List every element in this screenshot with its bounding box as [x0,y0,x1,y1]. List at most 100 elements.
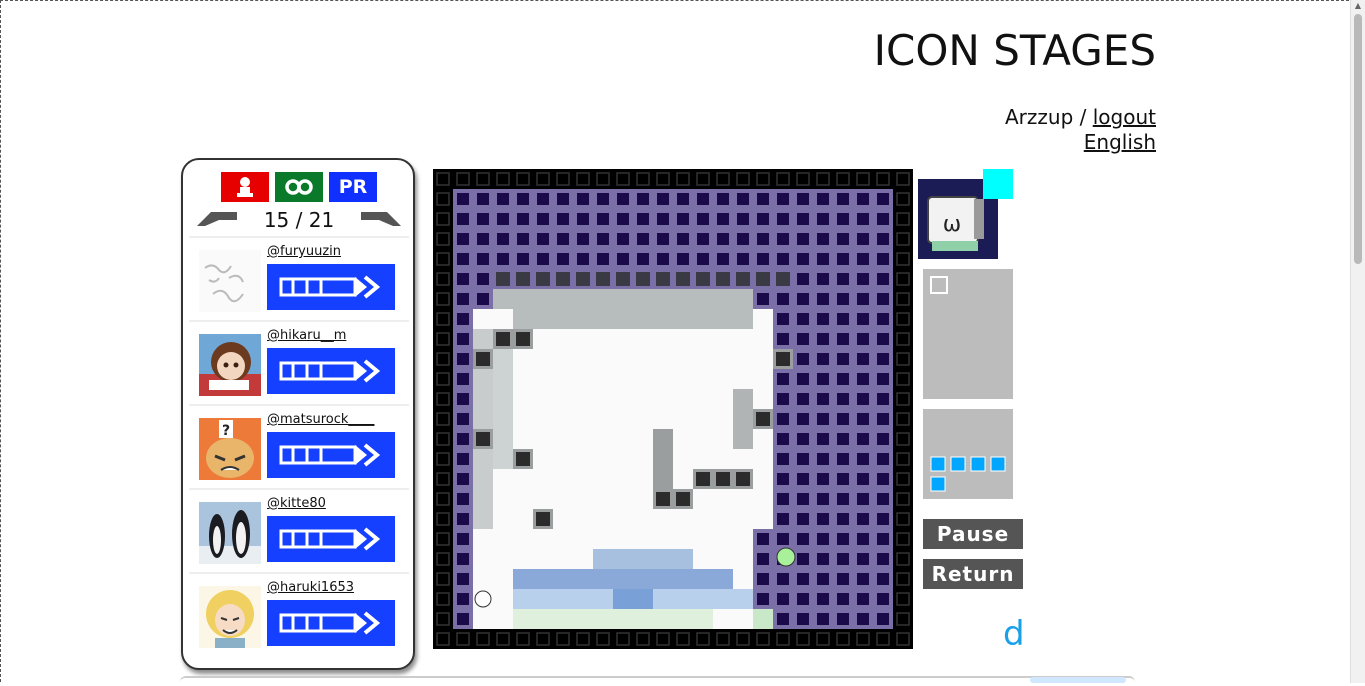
pause-button[interactable]: Pause [923,519,1023,549]
user-handle-link[interactable]: @hikaru__m [267,328,346,343]
username: Arzzup [1005,105,1074,129]
avatar [199,250,261,312]
grid-cell-inner [877,193,889,205]
border-cell [813,169,833,189]
grid-cell-inner [857,213,869,225]
outline-cell-inner [676,492,690,506]
pager: 15 / 21 [197,208,401,232]
border-cell [433,409,453,429]
grid-cell-inner [457,533,469,545]
border-cell [813,629,833,649]
grid-cell-inner [537,233,549,245]
next-piece-cell [930,276,948,294]
user-handle-link[interactable]: @furyuuzin [267,244,341,259]
grid-cell-inner [857,473,869,485]
grid-cell-inner [757,593,769,605]
separator: / [1079,105,1087,129]
play-button[interactable] [267,348,395,394]
grid-cell-inner [817,213,829,225]
border-cell [673,169,693,189]
user-handle-link[interactable]: @haruki1653 [267,580,354,595]
grid-cell-inner [657,213,669,225]
grid-cell-inner [737,233,749,245]
border-cell [893,469,913,489]
border-cell [753,629,773,649]
user-handle-link[interactable]: @matsurock____ [267,412,374,427]
grid-cell-inner [757,213,769,225]
list-item: @kitte80 [189,488,409,572]
single-mode-button[interactable] [221,172,269,202]
border-cell [893,289,913,309]
grid-cell-inner [457,353,469,365]
return-button[interactable]: Return [923,559,1023,589]
play-button[interactable] [267,600,395,646]
pr-mode-button[interactable]: PR [329,172,377,202]
border-cell [433,569,453,589]
grid-cell-inner [837,513,849,525]
border-cell [893,569,913,589]
grid-cell-inner [517,253,529,265]
language-link[interactable]: English [1084,130,1156,154]
grid-cell-inner [797,493,809,505]
border-cell [433,589,453,609]
scrollbar[interactable]: ▲ [1350,0,1365,683]
border-cell [433,529,453,549]
grid-cell-inner [877,253,889,265]
grid-cell-inner [857,573,869,585]
border-cell [893,589,913,609]
grid-cell-inner [557,213,569,225]
play-arrow-icon [279,275,381,299]
play-button[interactable] [267,264,395,310]
border-cell [893,429,913,449]
grid-cell-inner [857,373,869,385]
grid-cell-inner [857,333,869,345]
grid-cell-inner [597,253,609,265]
border-cell [613,629,633,649]
border-cell [593,629,613,649]
scroll-up-icon[interactable]: ▲ [1351,0,1365,12]
border-cell [433,549,453,569]
grid-cell-inner [817,493,829,505]
logout-link[interactable]: logout [1093,105,1156,129]
grid-cell-inner [457,513,469,525]
border-cell [433,629,453,649]
border-cell [453,629,473,649]
grid-cell-inner [697,253,709,265]
grid-cell-inner [777,473,789,485]
grid-cell-inner [837,573,849,585]
game-board[interactable] [433,169,913,649]
border-cell [433,169,453,189]
grid-cell-inner [657,253,669,265]
border-cell [713,629,733,649]
list-item: @haruki1653 [189,572,409,656]
border-cell [873,169,893,189]
grid-cell-inner [877,473,889,485]
grid-cell-inner [777,373,789,385]
grid-cell-inner [617,213,629,225]
grid-cell-inner [457,413,469,425]
top-dark-cell [576,272,590,286]
grid-cell-inner [817,313,829,325]
grid-cell-inner [857,293,869,305]
border-cell [713,169,733,189]
grid-cell-inner [757,193,769,205]
grid-cell-inner [837,533,849,545]
grid-cell-inner [577,213,589,225]
border-cell [753,169,773,189]
grid-cell-inner [837,273,849,285]
border-cell [453,169,473,189]
play-button[interactable] [267,432,395,478]
grid-cell-inner [657,233,669,245]
grid-cell-inner [457,273,469,285]
scrollbar-thumb[interactable] [1354,14,1362,264]
next-page-icon[interactable] [361,210,401,226]
play-button[interactable] [267,516,395,562]
grid-cell-inner [597,233,609,245]
endless-mode-button[interactable] [275,172,323,202]
user-handle-link[interactable]: @kitte80 [267,496,326,511]
grid-cell-inner [597,193,609,205]
border-cell [493,629,513,649]
grid-cell-inner [477,253,489,265]
grid-cell-inner [857,313,869,325]
grid-cell-inner [777,313,789,325]
